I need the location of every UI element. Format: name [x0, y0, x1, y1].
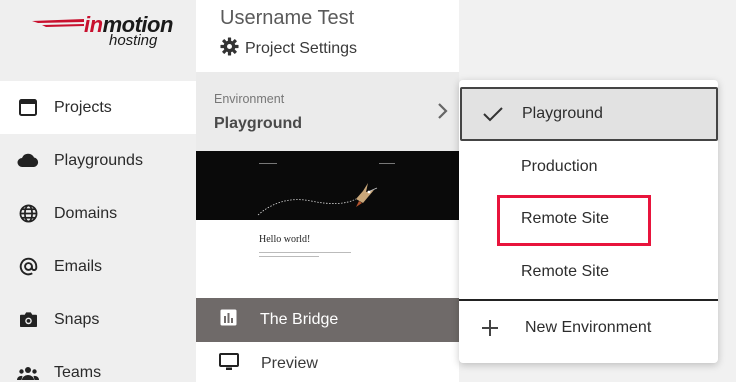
- environment-dropdown: Playground Production Remote Site Remote…: [459, 80, 718, 363]
- globe-icon: [17, 203, 39, 225]
- window-icon: [17, 97, 39, 119]
- monitor-icon: [219, 352, 239, 376]
- inmotion-hosting-logo[interactable]: inmotion hosting: [28, 12, 178, 56]
- thumbnail-text-line: [259, 252, 351, 253]
- dropdown-item-production[interactable]: Production: [459, 140, 718, 193]
- cloud-icon: [17, 150, 39, 172]
- sidebar-item-label: Playgrounds: [54, 151, 143, 169]
- camera-icon: [17, 309, 39, 331]
- dropdown-item-label: Remote Site: [521, 262, 610, 280]
- preview-label: Preview: [261, 355, 318, 372]
- at-sign-icon: [17, 256, 39, 278]
- logo-subtitle: hosting: [109, 32, 158, 49]
- people-icon: [17, 362, 39, 382]
- project-panel: Username Test Project Settings Environme…: [196, 0, 459, 382]
- preview-button[interactable]: Preview: [196, 342, 459, 382]
- environment-label: Environment: [214, 92, 285, 106]
- thumbnail-body: Hello world!: [196, 220, 459, 298]
- checkmark-icon: [483, 107, 503, 122]
- sidebar-item-label: Snaps: [54, 310, 100, 328]
- environment-value: Playground: [214, 115, 303, 132]
- dropdown-item-label: Playground: [522, 105, 603, 122]
- thumbnail-site-title: [259, 163, 277, 164]
- sidebar-item-label: Projects: [54, 98, 112, 116]
- project-settings-link[interactable]: Project Settings: [220, 37, 357, 61]
- chevron-right-icon: [438, 103, 448, 119]
- dropdown-item-label: Production: [521, 157, 598, 175]
- sidebar-item-teams[interactable]: Teams: [0, 346, 196, 382]
- thumbnail-text-line: [259, 256, 319, 257]
- site-preview-thumbnail[interactable]: Hello world!: [196, 151, 459, 298]
- sidebar-item-label: Domains: [54, 204, 118, 222]
- sidebar-item-domains[interactable]: Domains: [0, 187, 196, 240]
- thumbnail-nav: [379, 163, 395, 164]
- sidebar-item-label: Teams: [54, 363, 102, 381]
- dropdown-item-remote-site-2[interactable]: Remote Site: [459, 245, 718, 298]
- project-settings-label: Project Settings: [245, 40, 358, 57]
- logo-swoosh-icon: [32, 19, 84, 27]
- sidebar: inmotion hosting Projects Playgrounds Do…: [0, 0, 196, 382]
- gear-icon: [220, 37, 239, 61]
- annotation-highlight-box: [497, 195, 651, 246]
- dropdown-item-playground[interactable]: Playground: [460, 87, 718, 141]
- thumbnail-heading: Hello world!: [259, 234, 311, 245]
- environment-selector[interactable]: Environment Playground: [196, 72, 459, 151]
- new-environment-button[interactable]: New Environment: [459, 301, 718, 354]
- sidebar-item-playgrounds[interactable]: Playgrounds: [0, 134, 196, 187]
- sidebar-item-snaps[interactable]: Snaps: [0, 293, 196, 346]
- the-bridge-button[interactable]: The Bridge: [196, 298, 459, 342]
- page-title: Username Test: [220, 7, 355, 29]
- bar-chart-icon: [220, 309, 237, 331]
- sidebar-item-projects[interactable]: Projects: [0, 81, 196, 134]
- the-bridge-label: The Bridge: [260, 311, 339, 328]
- new-environment-label: New Environment: [525, 318, 652, 336]
- sidebar-item-emails[interactable]: Emails: [0, 240, 196, 293]
- plus-icon: [482, 320, 498, 336]
- hummingbird-image: [257, 183, 378, 216]
- sidebar-nav: Projects Playgrounds Domains Emails Snap…: [0, 81, 196, 382]
- thumbnail-header: [196, 151, 459, 220]
- sidebar-item-label: Emails: [54, 257, 103, 275]
